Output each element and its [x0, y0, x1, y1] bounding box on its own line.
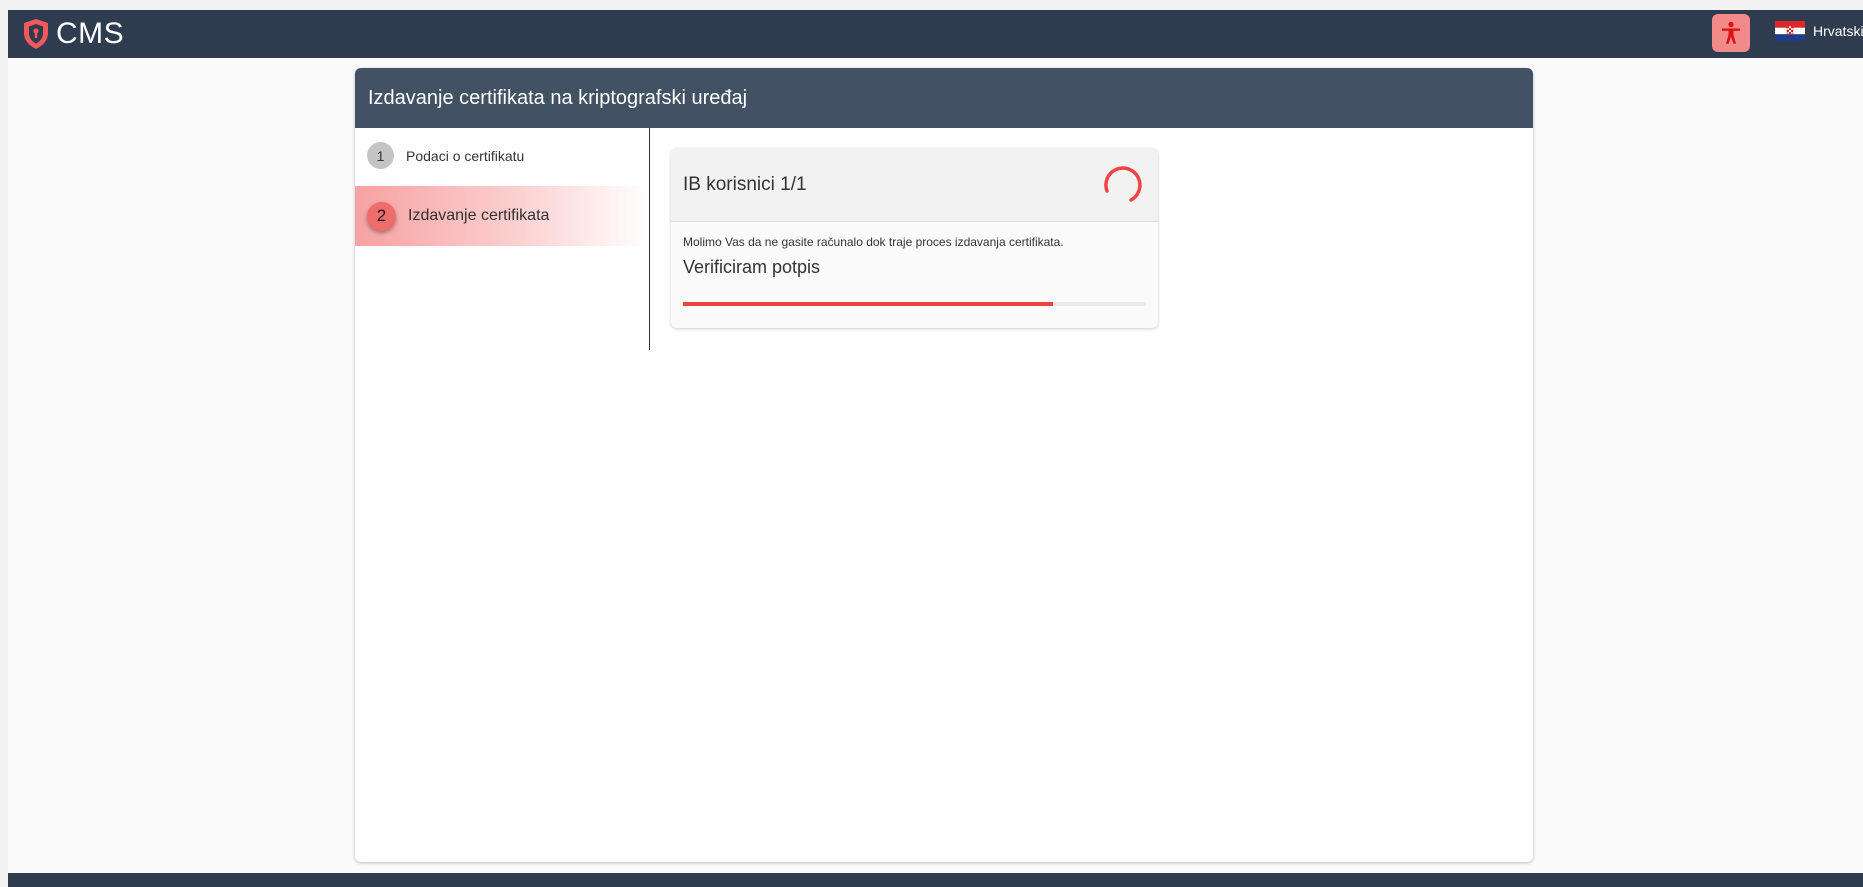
warning-message: Molimo Vas da ne gasite računalo dok tra…	[683, 235, 1064, 249]
progress-status: Verificiram potpis	[683, 257, 821, 277]
step-label: Izdavanje certifikata	[408, 207, 550, 224]
progress-bar-fill	[683, 302, 1054, 306]
app-name: CMS	[56, 17, 125, 50]
progress-card-header: IB korisnici 1/1	[671, 148, 1158, 222]
loading-spinner-icon	[1104, 166, 1142, 202]
step-label: Podaci o certifikatu	[406, 147, 525, 164]
footer-bar	[8, 873, 1863, 887]
accessibility-icon	[1722, 21, 1740, 44]
shield-icon	[24, 19, 48, 49]
accessibility-button[interactable]	[1712, 14, 1750, 52]
progress-title: IB korisnici 1/1	[683, 174, 807, 195]
step-certificate-data[interactable]: 1 Podaci o certifikatu	[367, 142, 524, 169]
progress-card-body: Molimo Vas da ne gasite računalo dok tra…	[671, 222, 1158, 288]
card-title: Izdavanje certifikata na kriptografski u…	[355, 68, 1533, 128]
language-selector[interactable]: Hrvatski	[1775, 21, 1863, 41]
step-number: 2	[367, 201, 396, 231]
language-label: Hrvatski	[1813, 23, 1863, 39]
step-certificate-issuing[interactable]: 2 Izdavanje certifikata	[355, 186, 649, 246]
certificate-issue-card: Izdavanje certifikata na kriptografski u…	[355, 68, 1533, 862]
top-navigation-bar: CMS Hrvatski	[8, 10, 1863, 58]
issuing-progress-card: IB korisnici 1/1 Molimo Vas da ne gasite…	[671, 148, 1158, 328]
croatian-flag-icon	[1775, 21, 1805, 41]
step-number: 1	[367, 142, 394, 169]
stepper: 1 Podaci o certifikatu 2 Izdavanje certi…	[355, 128, 650, 350]
page-content: Izdavanje certifikata na kriptografski u…	[8, 58, 1863, 873]
progress-bar	[683, 302, 1146, 306]
app-logo[interactable]: CMS	[22, 16, 124, 52]
